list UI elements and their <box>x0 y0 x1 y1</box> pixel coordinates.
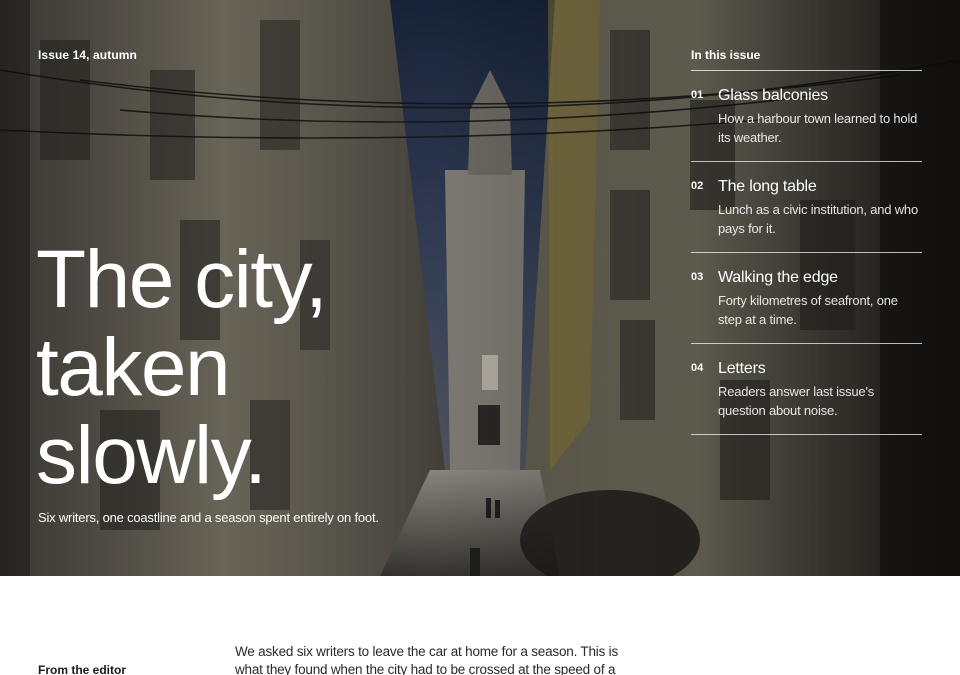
toc-item-description: Readers answer last issue's question abo… <box>718 384 875 418</box>
toc-item-number: 01 <box>691 89 704 101</box>
hero-subtitle: Six writers, one coastline and a season … <box>38 510 379 525</box>
hero-title-line: taken <box>36 322 231 413</box>
toc-item-title: The long table <box>718 178 817 195</box>
hero-banner: Issue 14, autumn The city, taken slowly.… <box>0 0 960 576</box>
toc-item-title: Walking the edge <box>718 269 838 286</box>
toc-item-walking-the-edge[interactable]: 03 Walking the edge Forty kilometres of … <box>691 253 922 344</box>
toc-item-letters[interactable]: 04 Letters Readers answer last issue's q… <box>691 344 922 435</box>
hero-title-line: slowly. <box>36 410 267 501</box>
toc-item-the-long-table[interactable]: 02 The long table Lunch as a civic insti… <box>691 162 922 253</box>
hero-title: The city, taken slowly. <box>36 236 456 500</box>
editor-intro-text: We asked six writers to leave the car at… <box>235 644 619 675</box>
toc-heading: In this issue <box>691 48 922 71</box>
toc-item-description: Lunch as a civic institution, and who pa… <box>718 202 918 236</box>
hero-title-line: The city, <box>36 234 328 325</box>
editor-label: From the editor <box>38 663 127 675</box>
toc-item-title: Letters <box>718 360 766 377</box>
toc-item-description: How a harbour town learned to hold its w… <box>718 111 918 145</box>
toc-item-number: 02 <box>691 180 704 192</box>
toc-item-number: 03 <box>691 271 704 283</box>
toc-item-description: Forty kilometres of seafront, one step a… <box>718 293 898 327</box>
toc-item-glass-balconies[interactable]: 01 Glass balconies How a harbour town le… <box>691 71 922 162</box>
toc-item-number: 04 <box>691 362 704 374</box>
toc-item-title: Glass balconies <box>718 87 828 104</box>
table-of-contents: In this issue 01 Glass balconies How a h… <box>691 48 922 435</box>
issue-label: Issue 14, autumn <box>38 48 137 62</box>
